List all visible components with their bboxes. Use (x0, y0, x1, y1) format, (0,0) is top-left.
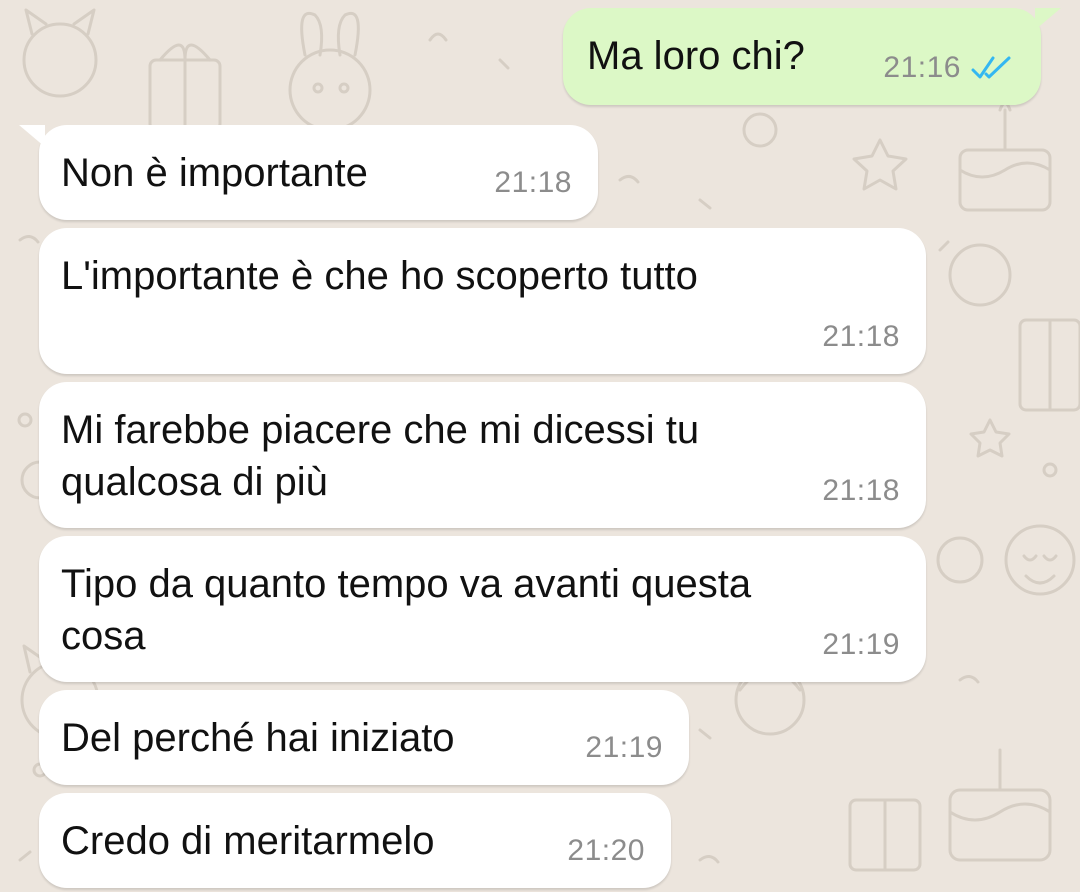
message-text: Mi farebbe piacere che mi dicessi tu qua… (61, 408, 700, 504)
message-meta: 21:19 (822, 628, 900, 662)
bubble-tail (19, 125, 45, 147)
message-text: Credo di meritarmelo (61, 819, 435, 863)
message-meta: 21:19 (585, 731, 663, 765)
message-bubble-incoming[interactable]: Mi farebbe piacere che mi dicessi tu qua… (39, 382, 926, 528)
message-time: 21:19 (822, 628, 900, 661)
message-bubble-incoming[interactable]: L'importante è che ho scoperto tutto 21:… (39, 228, 926, 374)
message-text: Del perché hai iniziato (61, 716, 455, 760)
message-bubble-incoming[interactable]: Non è importante 21:18 (19, 125, 598, 220)
message-time: 21:18 (822, 474, 900, 507)
message-time: 21:20 (567, 834, 645, 867)
message-meta: 21:18 (822, 320, 900, 354)
message-time: 21:18 (822, 320, 900, 353)
message-bubble-outgoing[interactable]: Ma loro chi? 21:16 (563, 8, 1061, 105)
message-text: Ma loro chi? (587, 34, 805, 78)
double-check-icon (971, 56, 1011, 79)
message-meta: 21:18 (822, 474, 900, 508)
message-time: 21:19 (585, 731, 663, 764)
message-time: 21:16 (883, 51, 961, 84)
message-text: Non è importante (61, 151, 368, 195)
message-text: Tipo da quanto tempo va avanti questa co… (61, 562, 752, 658)
message-meta: 21:16 (883, 51, 1015, 85)
message-meta: 21:18 (494, 166, 572, 200)
message-text: L'importante è che ho scoperto tutto (61, 254, 698, 298)
message-time: 21:18 (494, 166, 572, 199)
message-bubble-incoming[interactable]: Tipo da quanto tempo va avanti questa co… (39, 536, 926, 682)
bubble-tail (1035, 8, 1061, 30)
message-meta: 21:20 (567, 834, 645, 868)
message-bubble-incoming[interactable]: Del perché hai iniziato 21:19 (39, 690, 689, 785)
message-bubble-incoming[interactable]: Credo di meritarmelo 21:20 (39, 793, 671, 888)
